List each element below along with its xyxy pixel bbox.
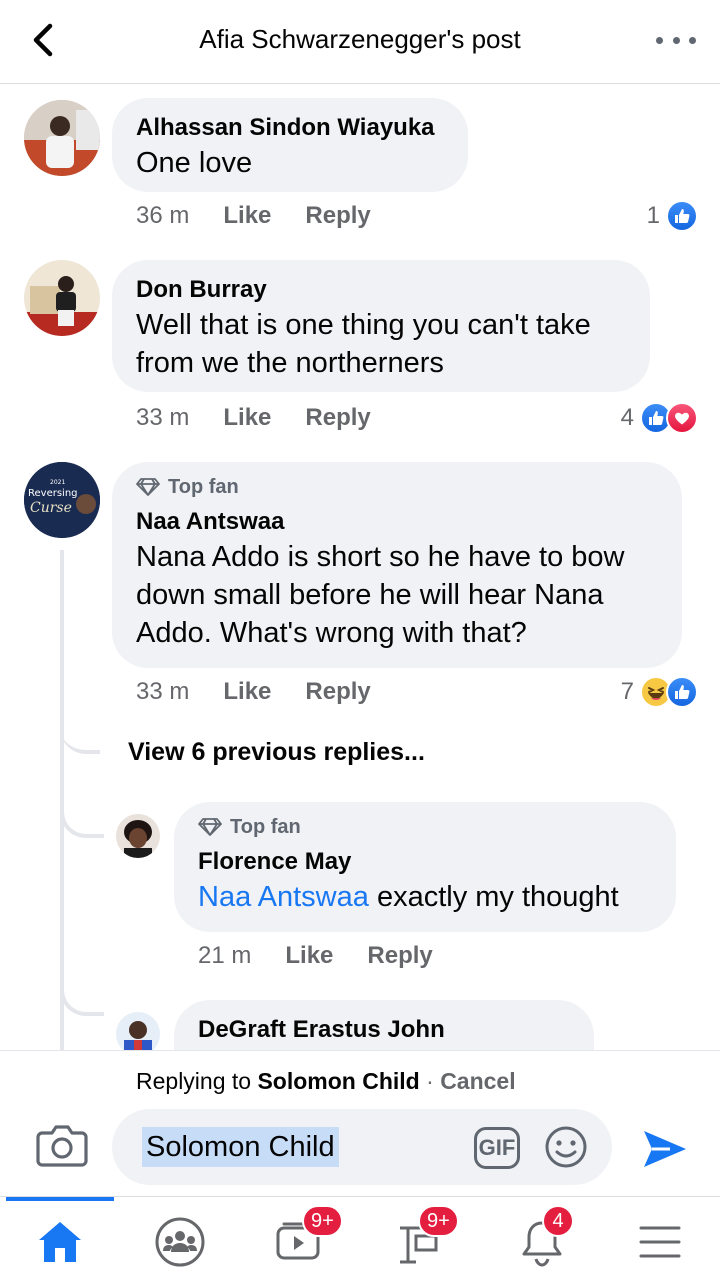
gif-button[interactable]: GIF: [474, 1127, 520, 1169]
tab-menu[interactable]: [630, 1215, 690, 1269]
reply-button[interactable]: Reply: [305, 404, 370, 432]
thread-connector: [60, 968, 104, 1016]
top-fan-label: Top fan: [230, 815, 301, 838]
like-reaction-icon: [666, 676, 698, 708]
more-options-button[interactable]: [656, 22, 696, 58]
comment-text: One love: [136, 147, 253, 179]
comment-author[interactable]: Don Burray: [136, 274, 626, 306]
comment-text: Well that is one thing you can't take fr…: [136, 309, 591, 379]
notification-badge: 4: [542, 1205, 574, 1237]
reply-bubble[interactable]: Top fan Florence May Naa Antswaa exactly…: [174, 802, 676, 932]
reaction-count: 4: [620, 404, 634, 431]
avatar[interactable]: 2021 Reversing Curse: [24, 462, 100, 538]
avatar[interactable]: [116, 1012, 160, 1050]
camera-button[interactable]: [36, 1123, 88, 1169]
avatar-script-text: Curse: [30, 500, 72, 516]
hamburger-menu-icon: [639, 1226, 681, 1258]
thread-connector: [60, 704, 100, 754]
like-button[interactable]: Like: [223, 404, 271, 432]
page-title: Afia Schwarzenegger's post: [199, 24, 521, 54]
reply-actions: 21 m Like Reply: [198, 942, 433, 970]
avatar[interactable]: [24, 100, 100, 176]
avatar[interactable]: [116, 814, 160, 858]
reply-text: Naa Antswaa exactly my thought: [198, 878, 652, 916]
like-button[interactable]: Like: [223, 202, 271, 230]
avatar-title-text: Reversing: [28, 488, 78, 499]
like-button[interactable]: Like: [223, 678, 271, 706]
active-tab-indicator: [6, 1197, 114, 1201]
groups-icon: [155, 1217, 205, 1267]
reaction-count: 7: [620, 678, 634, 705]
comment-author[interactable]: Naa Antswaa: [136, 506, 658, 538]
comments-list: Alhassan Sindon Wiayuka One love 36 m Li…: [0, 84, 720, 1050]
notification-badge: 9+: [302, 1205, 343, 1237]
emoji-button[interactable]: [544, 1125, 588, 1169]
cancel-reply-button[interactable]: Cancel: [440, 1068, 515, 1094]
replying-prefix: Replying to: [136, 1068, 258, 1094]
mention-link[interactable]: Naa Antswaa: [198, 881, 369, 913]
comment-input-value[interactable]: Solomon Child: [142, 1127, 339, 1167]
reply-text-body: exactly my thought: [368, 881, 619, 913]
reply-button[interactable]: Reply: [367, 942, 432, 970]
reply-bubble[interactable]: DeGraft Erastus John: [174, 1000, 594, 1050]
reaction-summary[interactable]: 4: [621, 402, 698, 434]
comment-bubble[interactable]: Alhassan Sindon Wiayuka One love: [112, 98, 468, 192]
top-fan-badge: Top fan: [136, 472, 658, 502]
love-reaction-icon: [666, 402, 698, 434]
reaction-summary[interactable]: 1: [647, 200, 698, 232]
thread-connector: [60, 790, 104, 838]
dot-icon: [656, 36, 663, 44]
comment-actions: 33 m Like Reply: [136, 404, 371, 432]
comment-time: 33 m: [136, 404, 190, 431]
tab-watch[interactable]: 9+: [270, 1205, 343, 1269]
avatar[interactable]: [24, 260, 100, 336]
top-fan-label: Top fan: [168, 475, 239, 498]
bottom-navigation: 9+ 9+ 4: [0, 1196, 720, 1280]
notification-badge: 9+: [418, 1205, 459, 1237]
separator: ·: [419, 1068, 441, 1094]
home-icon: [39, 1222, 81, 1262]
tab-marketplace[interactable]: 9+: [392, 1205, 459, 1269]
like-button[interactable]: Like: [285, 942, 333, 970]
avatar-year-text: 2021: [50, 479, 65, 486]
dot-icon: [689, 36, 696, 44]
comment-input[interactable]: Solomon Child GIF: [112, 1109, 612, 1185]
reply-author[interactable]: DeGraft Erastus John: [198, 1014, 570, 1046]
top-bar: Afia Schwarzenegger's post: [0, 0, 720, 84]
comment-text: Nana Addo is short so he have to bow dow…: [136, 541, 625, 649]
reply-button[interactable]: Reply: [305, 202, 370, 230]
top-fan-badge: Top fan: [198, 812, 652, 842]
replying-target: Solomon Child: [257, 1068, 420, 1094]
reply-button[interactable]: Reply: [305, 678, 370, 706]
reply-author[interactable]: Florence May: [198, 846, 652, 878]
camera-icon: [36, 1125, 88, 1167]
send-button[interactable]: [640, 1127, 690, 1171]
replying-to-label: Replying to Solomon Child · Cancel: [136, 1068, 516, 1095]
tab-notifications[interactable]: 4: [512, 1205, 574, 1269]
reply-time: 21 m: [198, 942, 252, 969]
dot-icon: [672, 36, 680, 44]
comment-bubble[interactable]: Don Burray Well that is one thing you ca…: [112, 260, 650, 392]
send-icon: [644, 1131, 686, 1167]
view-previous-replies-link[interactable]: View 6 previous replies...: [128, 738, 425, 767]
reply-composer: Replying to Solomon Child · Cancel Solom…: [0, 1050, 720, 1196]
reaction-count: 1: [646, 202, 660, 229]
reaction-summary[interactable]: 7: [621, 676, 698, 708]
tab-groups[interactable]: [150, 1215, 210, 1269]
diamond-icon: [198, 818, 222, 836]
tab-home[interactable]: [30, 1215, 90, 1269]
smiley-icon: [545, 1126, 587, 1168]
comment-actions: 33 m Like Reply: [136, 678, 371, 706]
comment-actions: 36 m Like Reply: [136, 202, 371, 230]
comment-bubble[interactable]: Top fan Naa Antswaa Nana Addo is short s…: [112, 462, 682, 668]
comment-time: 36 m: [136, 202, 190, 229]
comment-author[interactable]: Alhassan Sindon Wiayuka: [136, 112, 444, 144]
like-reaction-icon: [666, 200, 698, 232]
diamond-icon: [136, 478, 160, 496]
comment-time: 33 m: [136, 678, 190, 705]
